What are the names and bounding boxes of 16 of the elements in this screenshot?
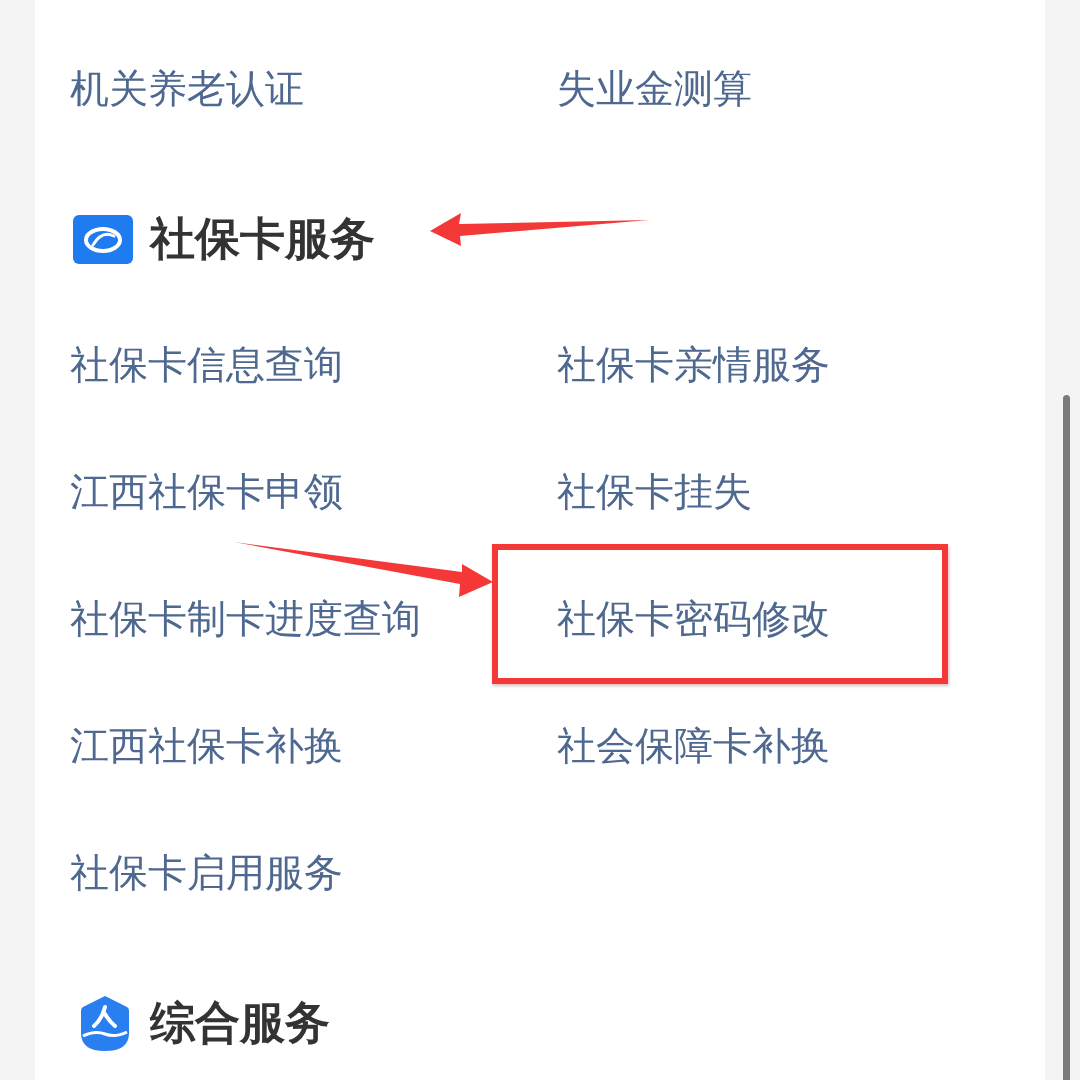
service-link[interactable]: 社保卡挂失 <box>557 469 752 514</box>
service-link[interactable]: 社保卡启用服务 <box>70 850 343 895</box>
service-link[interactable]: 社保卡制卡进度查询 <box>70 596 421 641</box>
service-link[interactable]: 失业金测算 <box>557 66 752 111</box>
service-link[interactable]: 社保卡密码修改 <box>557 596 830 641</box>
service-link[interactable]: 机关养老认证 <box>70 66 304 111</box>
service-link[interactable]: 江西社保卡申领 <box>70 469 343 514</box>
section-title: 综合服务 <box>150 996 330 1050</box>
social-security-card-icon <box>73 214 133 264</box>
scrollbar[interactable] <box>1063 395 1070 1080</box>
service-link[interactable]: 社会保障卡补换 <box>557 723 830 768</box>
section-title: 社保卡服务 <box>150 212 375 266</box>
person-shield-icon <box>80 994 130 1052</box>
service-link[interactable]: 社保卡亲情服务 <box>557 342 830 387</box>
service-link[interactable]: 社保卡信息查询 <box>70 342 343 387</box>
service-link[interactable]: 江西社保卡补换 <box>70 723 343 768</box>
